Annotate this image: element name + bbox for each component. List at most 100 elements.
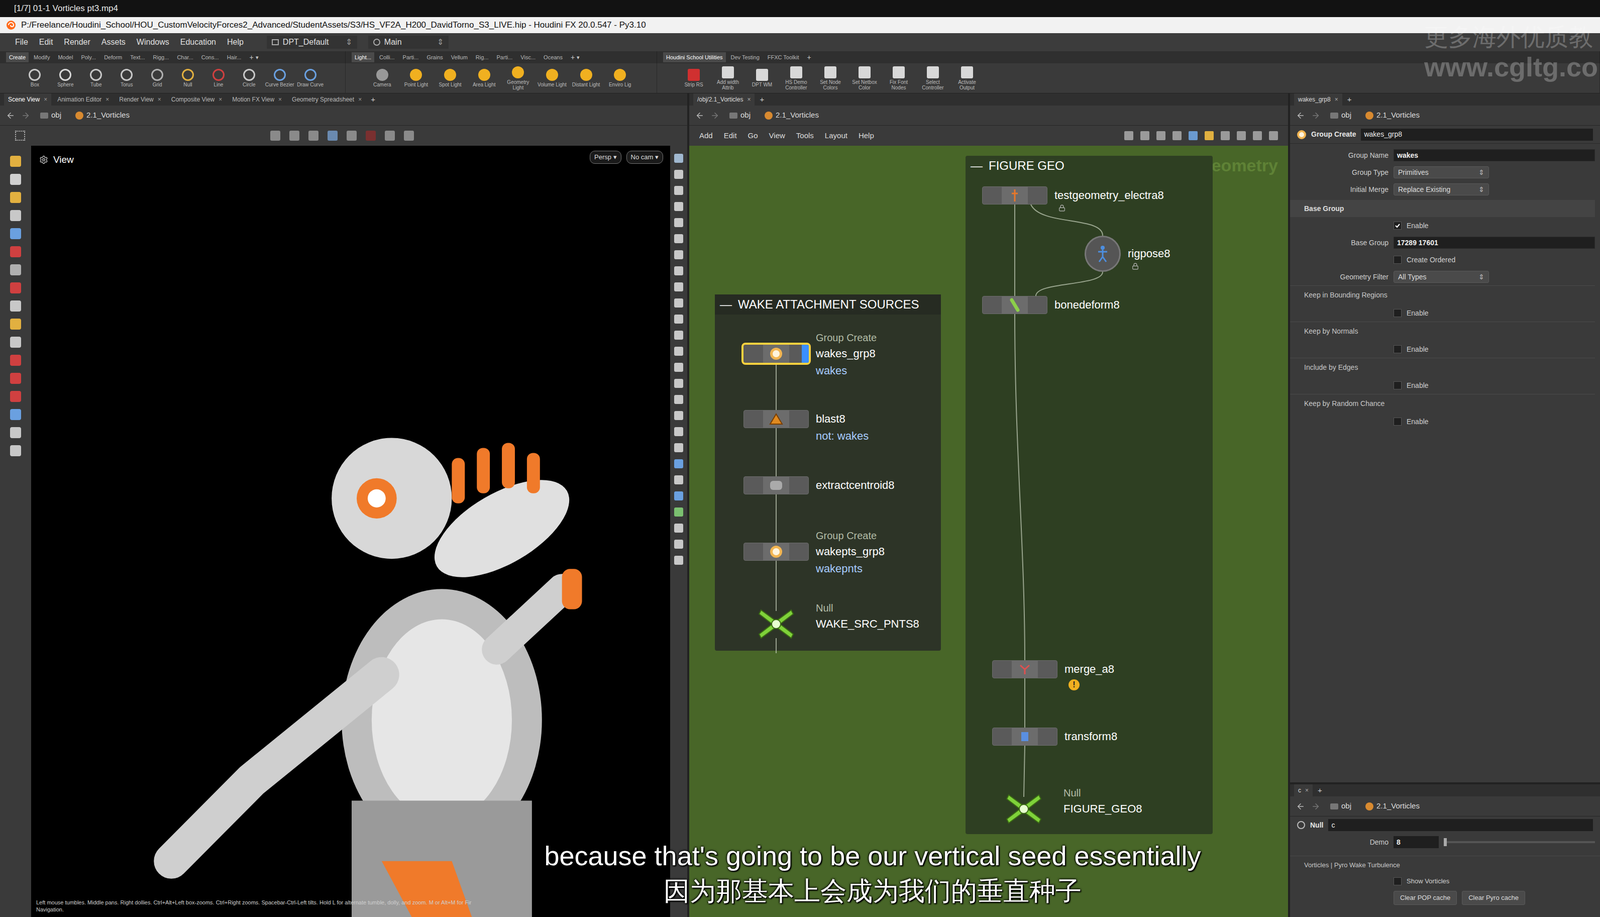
display-option-icon[interactable] xyxy=(674,539,684,549)
tool-strip-icon[interactable] xyxy=(10,155,22,167)
forward-icon[interactable] xyxy=(710,111,720,121)
tool-strip-icon[interactable] xyxy=(10,372,22,384)
display-flag[interactable] xyxy=(801,344,809,363)
network-node[interactable]: testgeometry_electra8 xyxy=(982,186,1164,212)
param-folder[interactable]: Keep by Normals xyxy=(1290,321,1595,341)
shelf-tab[interactable]: Hair... xyxy=(224,52,245,63)
tool-strip-icon[interactable] xyxy=(10,445,22,457)
menu-item[interactable]: Help xyxy=(227,36,244,49)
pane-tab[interactable]: c× xyxy=(1294,784,1313,797)
node-name[interactable]: wakes_grp8 xyxy=(815,344,877,363)
shelf-tool[interactable]: Distant Light xyxy=(569,68,603,88)
viewport-tool-icon[interactable] xyxy=(346,130,357,141)
param-section[interactable]: Vorticles | Pyro Wake Turbulence xyxy=(1290,855,1600,874)
shelf-tab[interactable]: Houdini School Utilities xyxy=(663,52,726,63)
close-icon[interactable]: × xyxy=(278,94,282,104)
close-icon[interactable]: × xyxy=(157,94,162,104)
shelf-tool[interactable]: Grid xyxy=(142,68,173,88)
shelf-tab[interactable]: Colli... xyxy=(376,52,398,63)
display-option-icon[interactable] xyxy=(674,491,684,501)
menu-item[interactable]: Education xyxy=(180,36,217,49)
slider-handle[interactable] xyxy=(1443,837,1447,846)
add-shelf-button[interactable]: + xyxy=(249,52,254,63)
cache-button[interactable]: Clear Pyro cache xyxy=(1461,890,1526,905)
shelf-tool[interactable]: Tube xyxy=(81,68,112,88)
checkbox[interactable] xyxy=(1393,255,1402,264)
pane-tab[interactable]: Composite View× xyxy=(167,93,227,106)
shelf-tab[interactable]: Create xyxy=(6,52,29,63)
shelf-tab[interactable]: Vellum xyxy=(448,52,471,63)
path-segment[interactable]: 2.1_Vorticles xyxy=(760,109,823,122)
node-name[interactable]: WAKE_SRC_PNTS8 xyxy=(815,614,920,633)
network-node[interactable]: transform8 xyxy=(992,727,1118,746)
shelf-tool[interactable]: Torus xyxy=(112,68,142,88)
shelf-tool[interactable]: Curve Bezier xyxy=(264,68,295,88)
network-node[interactable]: NullFIGURE_GEO8 xyxy=(991,785,1142,818)
viewport-tool-icon[interactable] xyxy=(308,130,319,141)
add-tab-button[interactable]: + xyxy=(759,93,765,106)
shelf-tab[interactable]: Oceans xyxy=(540,52,566,63)
pane-tab[interactable]: Render View× xyxy=(115,93,166,106)
param-menu[interactable]: Primitives⇕ xyxy=(1393,166,1489,179)
checkbox[interactable] xyxy=(1393,308,1402,317)
shelf-tab[interactable]: Rig... xyxy=(472,52,492,63)
tool-strip-icon[interactable] xyxy=(10,246,22,258)
view-gear-icon[interactable] xyxy=(39,155,49,165)
display-option-icon[interactable] xyxy=(674,266,684,276)
network-node[interactable]: extractcentroid8 xyxy=(743,476,895,495)
shelf-tool[interactable]: Volume Light xyxy=(535,68,569,88)
param-checkbox[interactable]: Enable xyxy=(1393,380,1429,391)
checkbox[interactable] xyxy=(1393,877,1402,886)
tool-strip-icon[interactable] xyxy=(10,264,22,276)
back-icon[interactable] xyxy=(1296,111,1306,121)
path-segment[interactable]: 2.1_Vorticles xyxy=(1361,800,1424,812)
node-name[interactable]: wakepts_grp8 xyxy=(815,542,885,561)
network-tool-icon[interactable] xyxy=(1140,131,1150,141)
tool-strip-icon[interactable] xyxy=(10,427,22,439)
param-folder[interactable]: Keep in Bounding Regions xyxy=(1290,285,1595,305)
tool-strip-icon[interactable] xyxy=(10,318,22,330)
add-shelf-button[interactable]: + xyxy=(807,52,812,63)
network-tool-icon[interactable] xyxy=(1204,131,1214,141)
display-option-icon[interactable] xyxy=(674,410,684,420)
rigpose-node-icon[interactable] xyxy=(1084,235,1121,272)
tool-strip-icon[interactable] xyxy=(10,354,22,366)
node-name-field[interactable]: c xyxy=(1328,818,1593,831)
add-tab-button[interactable]: + xyxy=(1317,784,1323,797)
node-icon[interactable] xyxy=(743,409,809,429)
checkbox[interactable] xyxy=(1393,345,1402,354)
shelf-tool[interactable]: Add width Attrib xyxy=(711,66,745,91)
display-option-icon[interactable] xyxy=(674,314,684,324)
display-option-icon[interactable] xyxy=(674,282,684,292)
forward-icon[interactable] xyxy=(21,111,31,121)
add-tab-button[interactable]: + xyxy=(1347,93,1352,106)
network-node[interactable]: bonedeform8 xyxy=(982,295,1120,314)
close-icon[interactable]: × xyxy=(105,94,110,104)
runtime-selector[interactable]: Main⇕ xyxy=(368,35,449,49)
param-checkbox[interactable]: Enable xyxy=(1393,220,1429,232)
display-option-icon[interactable] xyxy=(674,378,684,388)
param-checkbox[interactable]: Enable xyxy=(1393,307,1429,319)
tool-strip-icon[interactable] xyxy=(10,390,22,402)
node-icon[interactable] xyxy=(992,660,1058,679)
close-icon[interactable]: × xyxy=(218,94,223,104)
shelf-tab[interactable]: FFXC Toolkit xyxy=(764,52,803,63)
network-tool-icon[interactable] xyxy=(1220,131,1230,141)
path-segment[interactable]: obj xyxy=(1326,109,1356,122)
pane-tab[interactable]: Geometry Spreadsheet× xyxy=(287,93,366,106)
shelf-tool[interactable]: DPT WM xyxy=(745,68,779,88)
node-icon[interactable] xyxy=(743,476,809,495)
node-name[interactable]: extractcentroid8 xyxy=(815,476,895,495)
network-menu-item[interactable]: Add xyxy=(699,130,713,142)
grid-icon[interactable] xyxy=(15,130,26,141)
shelf-tool[interactable]: HS Demo Controller xyxy=(779,66,813,91)
viewport-tool-icon[interactable] xyxy=(403,130,414,141)
shelf-tool[interactable]: Point Light xyxy=(399,68,434,88)
null-node-icon[interactable] xyxy=(743,614,809,633)
network-node[interactable]: rigpose8 xyxy=(1084,235,1170,272)
display-option-icon[interactable] xyxy=(674,427,684,437)
shelf-tool[interactable]: Draw Curve xyxy=(295,68,326,88)
pane-tab[interactable]: /obj/2.1_Vorticles× xyxy=(693,93,755,106)
viewport-tool-icon[interactable] xyxy=(270,130,281,141)
node-name[interactable]: testgeometry_electra8 xyxy=(1054,186,1164,205)
